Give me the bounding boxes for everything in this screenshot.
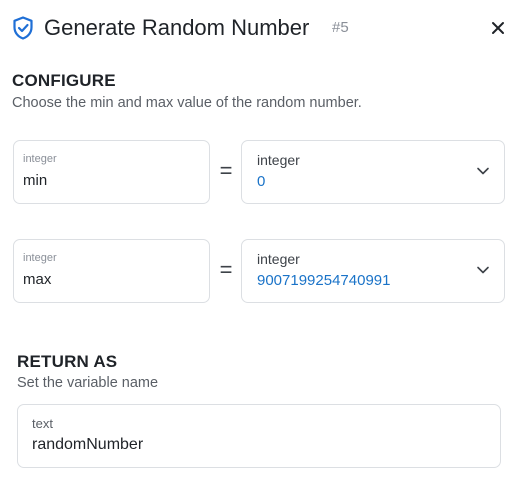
param-type-label: integer <box>23 153 57 165</box>
param-type-label: integer <box>23 252 57 264</box>
chevron-down-icon <box>477 167 489 175</box>
param-field-min[interactable]: integer min <box>13 140 210 204</box>
value-text: 9007199254740991 <box>257 272 391 289</box>
variable-name-value: randomNumber <box>32 436 144 453</box>
configure-title: CONFIGURE <box>12 71 116 90</box>
equals-sign: = <box>219 257 233 282</box>
value-type-label: integer <box>257 152 300 168</box>
close-icon[interactable] <box>490 20 506 36</box>
return-as-subtitle: Set the variable name <box>17 375 159 391</box>
param-name: min <box>23 172 48 189</box>
variable-name-input[interactable]: text randomNumber <box>17 404 501 468</box>
value-text: 0 <box>257 173 266 190</box>
panel-title: Generate Random Number <box>44 15 310 40</box>
equals-sign: = <box>219 158 233 183</box>
shield-check-icon <box>13 16 33 40</box>
step-number: #5 <box>332 19 349 36</box>
panel-header: Generate Random Number #5 <box>0 0 518 56</box>
value-select-max[interactable]: integer 9007199254740991 <box>241 239 505 303</box>
chevron-down-icon <box>477 266 489 274</box>
value-type-label: integer <box>257 251 300 267</box>
return-as-title: RETURN AS <box>17 352 118 371</box>
configure-subtitle: Choose the min and max value of the rand… <box>12 95 362 111</box>
value-select-min[interactable]: integer 0 <box>241 140 505 204</box>
param-name: max <box>23 271 52 288</box>
field-type-label: text <box>32 416 53 431</box>
param-field-max[interactable]: integer max <box>13 239 210 303</box>
